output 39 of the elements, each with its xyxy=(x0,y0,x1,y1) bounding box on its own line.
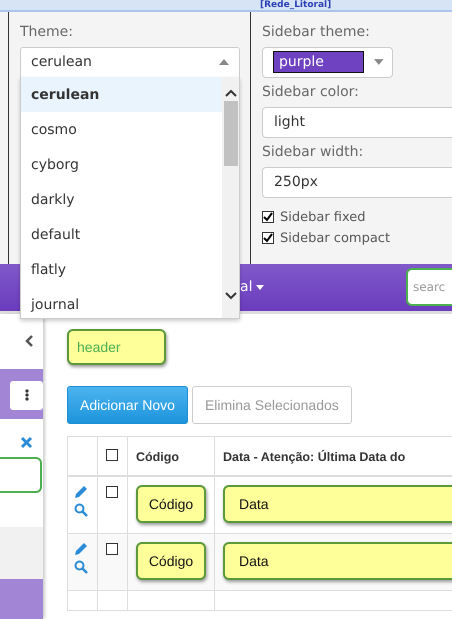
sidebar-width-label: Sidebar width: xyxy=(262,144,364,160)
checkbox[interactable] xyxy=(106,448,118,461)
close-icon[interactable] xyxy=(20,436,33,449)
sidebar-theme-select[interactable]: purple xyxy=(262,46,393,78)
search-icon[interactable] xyxy=(74,560,88,574)
sidebar-input-field[interactable] xyxy=(0,456,42,493)
pencil-icon[interactable] xyxy=(74,542,88,556)
collapse-icon[interactable] xyxy=(25,335,33,348)
theme-select[interactable]: cerulean xyxy=(20,46,240,78)
search-icon[interactable] xyxy=(74,503,88,518)
pencil-icon[interactable] xyxy=(74,485,88,500)
checkbox[interactable] xyxy=(262,211,274,224)
scroll-down-icon[interactable] xyxy=(224,292,236,300)
code-field[interactable]: Código xyxy=(136,542,206,580)
sidebar-color-field[interactable]: light xyxy=(262,106,452,138)
checkbox[interactable] xyxy=(106,542,118,555)
code-field[interactable]: Código xyxy=(136,485,206,524)
caret-icon xyxy=(256,284,264,290)
scrollbar-thumb[interactable] xyxy=(224,101,238,166)
sidebar-width-field[interactable]: 250px xyxy=(262,166,452,198)
theme-label: Theme: xyxy=(20,24,74,40)
column-header[interactable]: Código xyxy=(136,450,180,464)
scroll-up-icon[interactable] xyxy=(224,89,236,97)
caret-icon xyxy=(374,59,384,66)
more-button[interactable] xyxy=(10,380,43,410)
caret-icon xyxy=(219,59,229,66)
checkbox[interactable] xyxy=(262,232,274,244)
checkbox-label: Sidebar fixed xyxy=(280,210,366,225)
date-field[interactable]: Data xyxy=(223,542,452,580)
checkbox-label: Sidebar compact xyxy=(280,230,390,246)
nav-menu-link[interactable]: al xyxy=(240,279,264,296)
window-title: [Rede_Litoral] xyxy=(260,0,332,10)
date-field[interactable]: Data xyxy=(223,485,452,524)
sidebar-theme-label: Sidebar theme: xyxy=(262,24,371,40)
more-icon xyxy=(24,389,28,402)
sidebar-color-label: Sidebar color: xyxy=(262,84,360,100)
theme-option[interactable]: journal xyxy=(21,287,222,318)
checkbox[interactable] xyxy=(106,486,118,498)
theme-option[interactable]: cerulean xyxy=(21,77,222,112)
